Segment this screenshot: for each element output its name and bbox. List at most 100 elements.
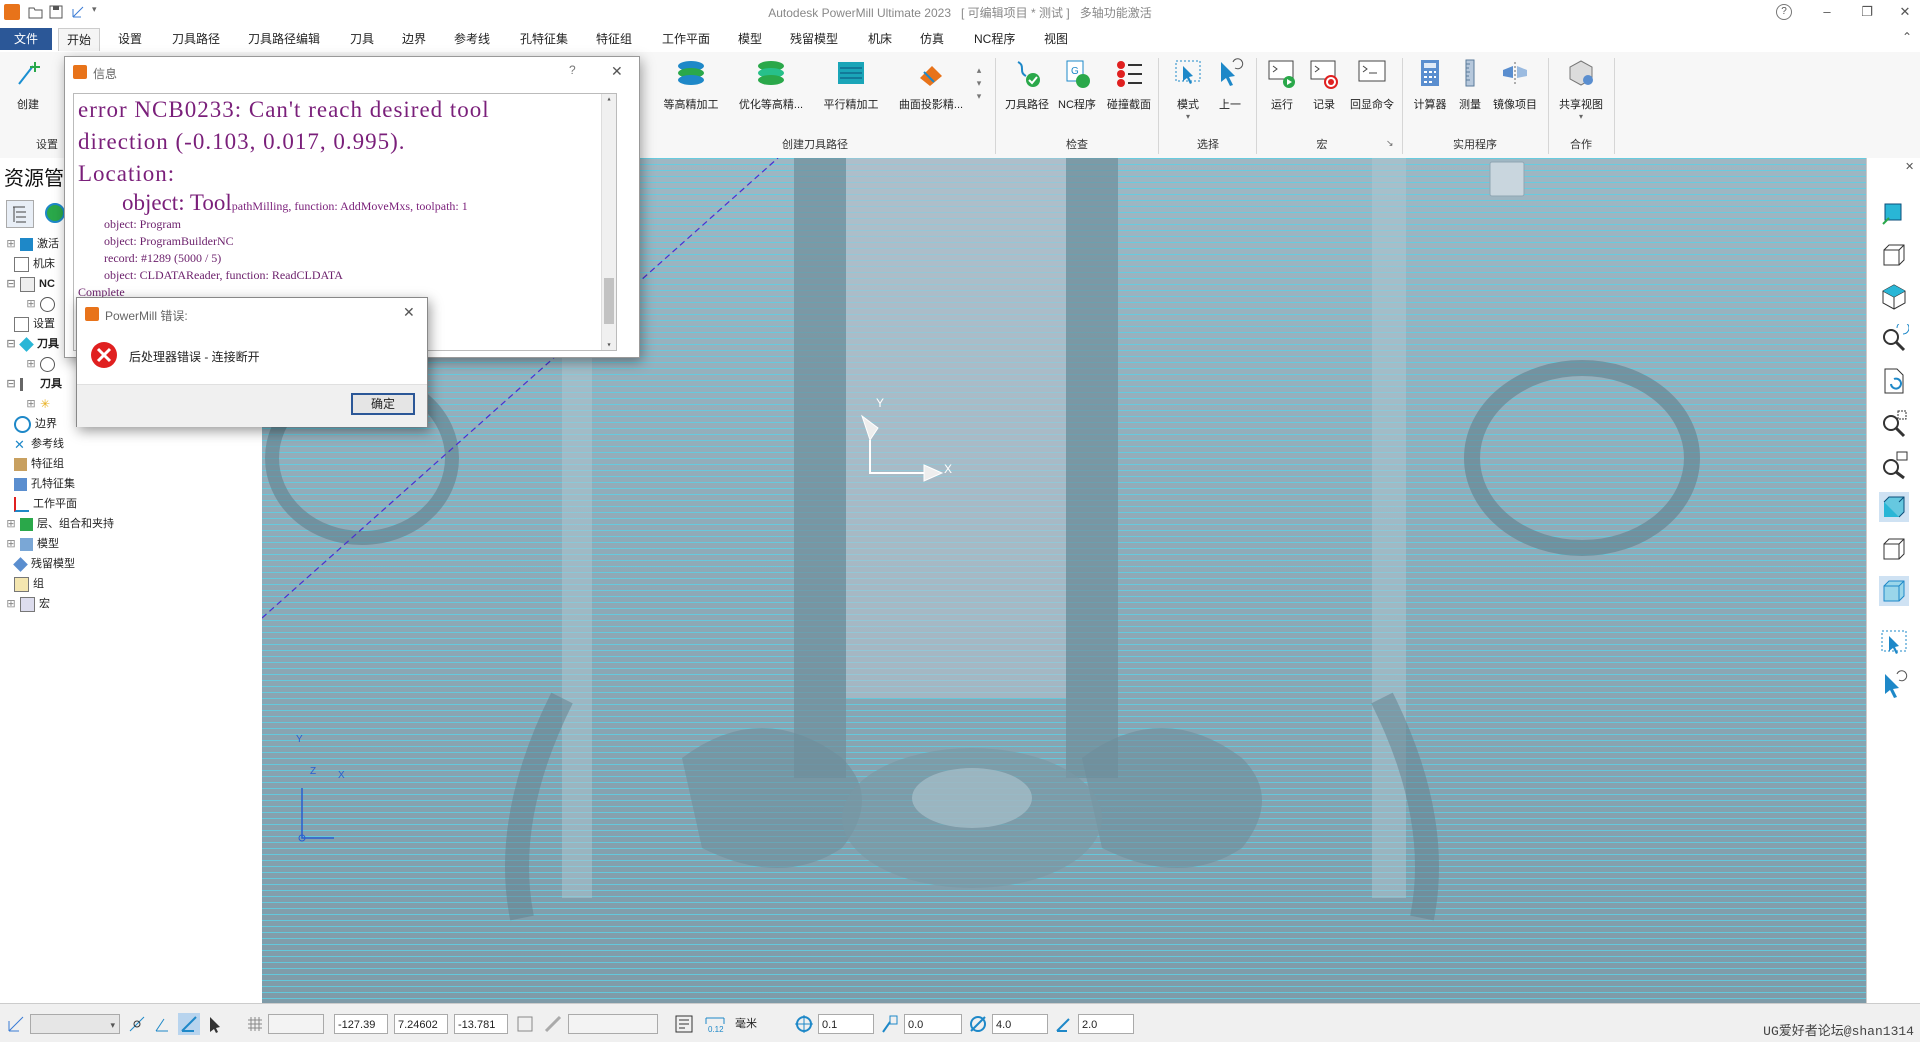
toolbar-settings-icon[interactable] — [674, 1014, 694, 1034]
menu-feature-groups[interactable]: 特征组 — [588, 28, 640, 50]
tree-item[interactable]: ⊟ 刀具 — [0, 334, 59, 354]
tree-item[interactable]: 边界 — [10, 414, 57, 434]
calculator-button[interactable]: 计算器 — [1408, 58, 1452, 112]
create-button[interactable]: 创建 — [8, 58, 48, 112]
error-close-button[interactable]: ✕ — [403, 304, 415, 321]
menu-toolpath-edit[interactable]: 刀具路径编辑 — [240, 28, 328, 50]
menu-nc-programs[interactable]: NC程序 — [966, 28, 1023, 50]
mirror-item-button[interactable]: 镜像项目 — [1490, 58, 1540, 112]
tree-item[interactable]: 机床 — [10, 254, 55, 274]
tree-item[interactable]: 特征组 — [10, 454, 64, 474]
snap-icon[interactable] — [128, 1015, 146, 1033]
menu-settings[interactable]: 设置 — [110, 28, 150, 50]
menu-hole-features[interactable]: 孔特征集 — [512, 28, 576, 50]
tree-item[interactable]: ⊞ 宏 — [0, 594, 50, 614]
explorer-tree-tab[interactable] — [6, 200, 34, 228]
measure-distance-icon[interactable] — [544, 1015, 562, 1033]
tool-diameter-field[interactable]: 4.0 — [992, 1014, 1048, 1034]
info-help-button[interactable]: ? — [569, 63, 576, 77]
menu-machines[interactable]: 机床 — [860, 28, 900, 50]
echo-commands-button[interactable]: 回显命令 — [1346, 58, 1398, 112]
toolpath-button-raster[interactable]: 平行精加工 — [820, 58, 882, 112]
restore-button[interactable]: ❐ — [1852, 2, 1882, 22]
units-icon[interactable]: 0.12 — [704, 1014, 726, 1034]
wireframe-cube-icon[interactable] — [1879, 240, 1909, 270]
refresh-page-icon[interactable] — [1879, 366, 1909, 396]
coord-mode-icon[interactable] — [516, 1015, 534, 1033]
tree-item[interactable]: ⊞ — [20, 294, 59, 314]
minimize-button[interactable]: – — [1812, 2, 1842, 22]
tree-item[interactable]: ⊞ — [20, 354, 59, 374]
toolbar-close-icon[interactable]: ✕ — [1905, 160, 1914, 173]
check-nc-program-button[interactable]: G NC程序 — [1054, 58, 1100, 112]
workplane-icon[interactable] — [6, 1014, 26, 1034]
info-close-button[interactable]: ✕ — [611, 63, 623, 80]
macro-run-button[interactable]: 运行 — [1262, 58, 1302, 112]
toolpath-button-optimised-z[interactable]: 优化等高精... — [736, 58, 806, 112]
tree-item[interactable]: ⊞ 激活 — [0, 234, 59, 254]
shaded-view-icon[interactable] — [1879, 492, 1909, 522]
menu-view[interactable]: 视图 — [1036, 28, 1076, 50]
tree-item[interactable]: 组 — [10, 574, 44, 594]
grid-icon[interactable] — [246, 1015, 264, 1033]
coord-x-field[interactable]: -127.39 — [334, 1014, 388, 1034]
ok-button[interactable]: 确定 — [351, 393, 415, 415]
dialog-launcher-icon[interactable]: ↘ — [1386, 138, 1394, 149]
info-dialog-titlebar[interactable]: 信息 ? ✕ — [65, 57, 639, 87]
shaded-cube-icon[interactable] — [1879, 282, 1909, 312]
tree-item[interactable]: ⊟ 刀具 — [0, 374, 62, 394]
view-iso-icon[interactable] — [1879, 198, 1909, 228]
tree-item[interactable]: 工作平面 — [10, 494, 77, 514]
thickness-field[interactable]: 0.0 — [904, 1014, 962, 1034]
measure-button[interactable]: 测量 — [1452, 58, 1488, 112]
menu-simulation[interactable]: 仿真 — [912, 28, 952, 50]
tree-item[interactable]: ⊞ 模型 — [0, 534, 59, 554]
view-cube[interactable] — [1490, 162, 1524, 196]
gallery-scroll[interactable]: ▴ ▾ ▾ — [974, 64, 984, 116]
menu-boundaries[interactable]: 边界 — [394, 28, 434, 50]
share-view-button[interactable]: 共享视图 ▾ — [1554, 58, 1608, 121]
tree-item[interactable]: ⊟ NC — [0, 274, 55, 294]
globe-icon[interactable] — [44, 202, 66, 224]
previous-selection-icon[interactable] — [1879, 670, 1909, 700]
tree-item[interactable]: ⊞ 层、组合和夹持 — [0, 514, 114, 534]
menu-tools[interactable]: 刀具 — [342, 28, 382, 50]
menu-reference-lines[interactable]: 参考线 — [446, 28, 498, 50]
select-pointer-icon[interactable] — [1879, 628, 1909, 658]
menu-stock-models[interactable]: 残留模型 — [782, 28, 846, 50]
coord-z-field[interactable]: -13.781 — [454, 1014, 508, 1034]
snap-active-icon[interactable] — [178, 1013, 200, 1035]
tolerance-field[interactable]: 0.1 — [818, 1014, 874, 1034]
zoom-rotate-icon[interactable] — [1879, 324, 1909, 354]
zoom-fit-icon[interactable] — [1879, 408, 1909, 438]
workplane-select[interactable]: ▾ — [30, 1014, 120, 1034]
macro-record-button[interactable]: 记录 — [1304, 58, 1344, 112]
coord-y-field[interactable]: 7.24602 — [394, 1014, 448, 1034]
close-button[interactable]: ✕ — [1890, 2, 1920, 22]
menu-models[interactable]: 模型 — [730, 28, 770, 50]
tree-item[interactable]: ✕ 参考线 — [10, 434, 64, 454]
select-previous-button[interactable]: 上一 — [1210, 58, 1250, 112]
check-toolpath-button[interactable]: 刀具路径 — [1002, 58, 1052, 112]
tree-item[interactable]: ⊞ ✳ — [20, 394, 57, 414]
tree-item[interactable]: 孔特征集 — [10, 474, 75, 494]
zoom-box-icon[interactable] — [1879, 450, 1909, 480]
collision-section-button[interactable]: 碰撞截面 — [1104, 58, 1154, 112]
info-scrollbar[interactable]: ▴ ▾ — [601, 94, 616, 350]
select-mode-button[interactable]: 模式 ▾ — [1168, 58, 1208, 121]
ribbon-collapse-icon[interactable]: ⌃ — [1902, 30, 1912, 44]
cursor-tool-icon[interactable] — [206, 1015, 224, 1033]
transparent-view-icon[interactable] — [1879, 576, 1909, 606]
menu-file[interactable]: 文件 — [0, 28, 53, 50]
menu-workplanes[interactable]: 工作平面 — [654, 28, 718, 50]
wireframe-view-icon[interactable] — [1879, 534, 1909, 564]
stepover-field[interactable]: 2.0 — [1078, 1014, 1134, 1034]
help-button[interactable]: ? — [1776, 4, 1792, 20]
toolpath-button-constant-z[interactable]: 等高精加工 — [660, 58, 722, 112]
tree-item[interactable]: 残留模型 — [10, 554, 75, 574]
snap-angle-icon[interactable] — [154, 1015, 172, 1033]
menu-home[interactable]: 开始 — [58, 28, 101, 51]
toolpath-button-surface-projection[interactable]: 曲面投影精... — [894, 58, 968, 112]
menu-toolpaths[interactable]: 刀具路径 — [164, 28, 228, 50]
tree-item[interactable]: 设置 — [10, 314, 55, 334]
